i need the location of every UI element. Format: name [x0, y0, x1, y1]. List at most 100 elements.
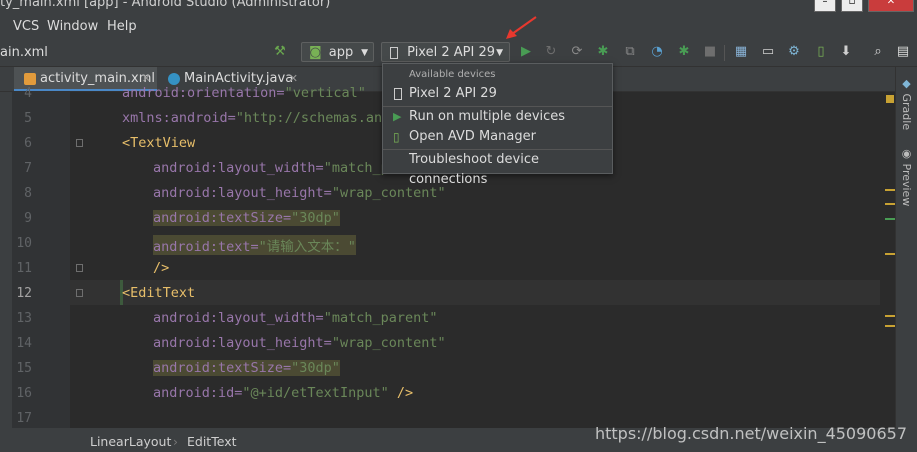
fold-marker-icon[interactable] — [76, 139, 83, 147]
run-icon[interactable]: ▶ — [518, 44, 534, 60]
attr-value: "http://schemas.and — [235, 110, 391, 126]
rerun-icon[interactable]: ⟳ — [569, 44, 585, 60]
troubleshoot-item[interactable]: Troubleshoot device connections — [383, 150, 612, 187]
code-line: xmlns:android="http://schemas.and — [122, 110, 390, 126]
preview-label: Preview — [900, 163, 913, 207]
attr-name: android:text= — [153, 239, 259, 255]
nav-file-crumb[interactable]: ain.xml — [0, 45, 48, 60]
code-line: android:layout_width="match_pare — [153, 160, 413, 176]
phone-icon — [390, 46, 398, 59]
chevron-right-icon: › — [173, 434, 178, 449]
line-number: 9 — [24, 211, 32, 226]
popup-device-item[interactable]: Pixel 2 API 29 — [383, 84, 612, 104]
device-label: Pixel 2 API 29 — [407, 45, 495, 60]
tab-label: activity_main.xml — [40, 71, 156, 86]
code-line: android:layout_height="wrap_content" — [153, 185, 446, 201]
title-bar: ty_main.xml [app] - Android Studio (Admi… — [0, 0, 917, 13]
hammer-icon[interactable]: ⚒ — [272, 44, 288, 60]
watermark-text: https://blog.csdn.net/weixin_45090657 — [594, 424, 907, 443]
line-number: 13 — [16, 311, 32, 326]
error-stripe — [880, 92, 895, 428]
warning-status-icon[interactable] — [886, 95, 894, 103]
device-selector[interactable]: Pixel 2 API 29 ▼ — [381, 42, 510, 62]
tab-strip-left — [0, 67, 12, 91]
layout-inspector-icon[interactable]: ▭ — [760, 44, 776, 60]
gradle-panel-tab[interactable]: ◆ Gradle — [900, 77, 913, 130]
code-line: android:id="@+id/etTextInput" /> — [153, 385, 413, 401]
attr-name: android:layout_width= — [153, 160, 324, 176]
fold-marker-icon[interactable] — [76, 264, 83, 272]
line-number: 4 — [24, 86, 32, 101]
popup-header: Available devices — [409, 69, 496, 80]
sync-gradle-icon[interactable]: ⚙ — [786, 44, 802, 60]
menu-help[interactable]: Help — [107, 19, 137, 34]
stop-icon[interactable]: ■ — [702, 44, 718, 60]
debug-icon[interactable]: ✱ — [595, 44, 611, 60]
line-number: 15 — [16, 361, 32, 376]
code-tag: /> — [153, 260, 170, 276]
attr-value: "请输入文本：" — [258, 239, 356, 255]
toolbar-separator — [724, 45, 725, 61]
avd-manager-label: Open AVD Manager — [409, 129, 536, 144]
breadcrumb-linearlayout[interactable]: LinearLayout — [90, 434, 171, 449]
attr-name: xmlns:android= — [122, 110, 236, 126]
project-structure-icon[interactable]: ▦ — [733, 44, 749, 60]
gradle-icon: ◆ — [900, 77, 913, 90]
run-multiple-devices-item[interactable]: ▶ Run on multiple devices — [383, 107, 612, 127]
annotation-arrow-icon — [506, 16, 537, 39]
gradle-label: Gradle — [900, 93, 913, 131]
left-tool-strip — [0, 92, 12, 428]
attr-value: "30dp" — [291, 360, 340, 376]
code-line: android:text="请输入文本：" — [153, 235, 356, 255]
phone-icon — [394, 88, 402, 100]
line-number: 11 — [16, 261, 32, 276]
breadcrumb-edittext[interactable]: EditText — [187, 434, 237, 449]
attach-process-icon[interactable]: ✱ — [676, 44, 692, 60]
attr-name: android:orientation= — [122, 85, 285, 101]
attr-value: "@+id/etTextInput" — [242, 385, 389, 401]
close-button[interactable]: ✕ — [868, 0, 914, 12]
code-line: android:layout_height="wrap_content" — [153, 335, 446, 351]
fold-marker-icon[interactable] — [76, 289, 83, 297]
chevron-down-icon: ▼ — [496, 48, 503, 58]
apply-changes-icon[interactable]: ↻ — [543, 44, 559, 60]
minimize-button[interactable]: – — [814, 0, 836, 12]
sdk-manager-icon[interactable]: ⬇ — [838, 44, 854, 60]
line-number: 6 — [24, 136, 32, 151]
avd-manager-icon: ▯ — [393, 130, 400, 144]
attr-name: android:textSize= — [153, 360, 292, 376]
right-tool-strip: ◆ Gradle ◉ Preview — [895, 67, 917, 428]
attr-value: "vertical" — [284, 85, 366, 101]
open-avd-manager-item[interactable]: ▯ Open AVD Manager — [383, 127, 612, 147]
code-tag: <EditText — [122, 285, 196, 301]
attr-name: android:textSize= — [153, 210, 292, 226]
more-icon[interactable]: ▤ — [895, 44, 911, 60]
menu-window[interactable]: Window — [47, 19, 98, 34]
maximize-button[interactable]: ▫ — [841, 0, 863, 12]
menu-bar: VCS Window Help — [0, 13, 917, 40]
preview-panel-tab[interactable]: ◉ Preview — [900, 147, 913, 206]
line-number: 17 — [16, 411, 32, 426]
attr-value: "match_parent" — [323, 310, 438, 326]
xml-file-icon — [24, 72, 36, 85]
code-tag: <TextView — [122, 135, 196, 151]
attach-debugger-icon[interactable]: ⧉ — [622, 44, 638, 60]
attr-name: android:layout_width= — [153, 310, 324, 326]
java-class-icon — [168, 72, 180, 85]
run-config-selector[interactable]: ◙ app ▼ — [301, 42, 374, 62]
run-multiple-label: Run on multiple devices — [409, 109, 566, 124]
run-config-label: app — [328, 45, 354, 60]
menu-vcs[interactable]: VCS — [13, 19, 39, 34]
avd-manager-icon[interactable]: ▯ — [813, 44, 829, 60]
tab-label: MainActivity.java — [184, 71, 294, 86]
attr-value: "wrap_content" — [331, 335, 446, 351]
search-icon[interactable]: ⌕ — [870, 44, 886, 60]
line-number: 7 — [24, 161, 32, 176]
code-tag: /> — [388, 385, 414, 401]
line-number: 16 — [16, 386, 32, 401]
attr-value: "30dp" — [291, 210, 340, 226]
profile-icon[interactable]: ◔ — [649, 44, 665, 60]
attr-name: android:id= — [153, 385, 243, 401]
attr-name: android:layout_height= — [153, 335, 332, 351]
code-line: android:textSize="30dp" — [153, 210, 340, 226]
